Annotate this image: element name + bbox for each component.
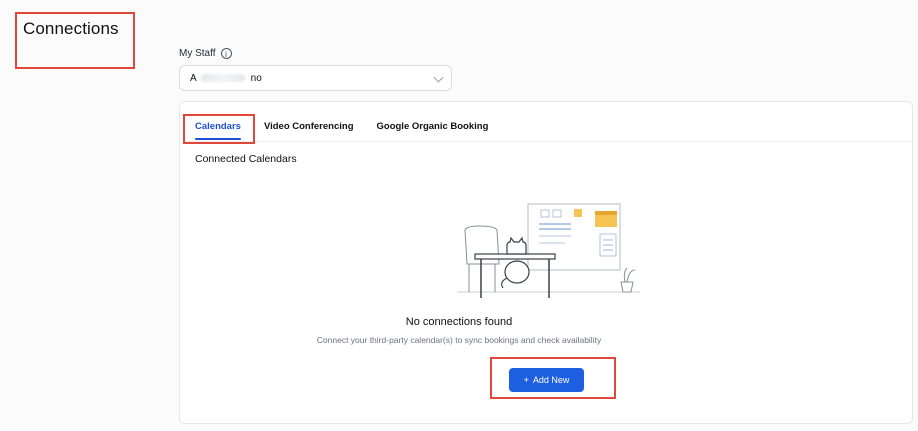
info-icon[interactable]: i (220, 48, 232, 59)
chevron-down-icon (433, 72, 444, 83)
staff-label-text: My Staff (179, 48, 216, 59)
staff-label: My Staff i (179, 48, 232, 59)
tab-google-organic-booking[interactable]: Google Organic Booking (377, 121, 489, 140)
section-title: Connected Calendars (195, 153, 297, 165)
highlight-box-title (15, 12, 135, 69)
tabs-divider (180, 141, 912, 142)
highlight-box-tab (183, 114, 255, 144)
empty-state-title: No connections found (405, 316, 513, 328)
tab-video-conferencing[interactable]: Video Conferencing (264, 121, 354, 140)
redacted-text (200, 74, 245, 82)
highlight-box-button (490, 357, 616, 399)
staff-value-prefix: A (190, 72, 197, 84)
staff-value-suffix: no (250, 72, 262, 84)
empty-state-subtitle: Connect your third-party calendar(s) to … (316, 335, 602, 345)
staff-select[interactable]: A no (179, 65, 452, 91)
empty-state-illustration (457, 203, 640, 298)
